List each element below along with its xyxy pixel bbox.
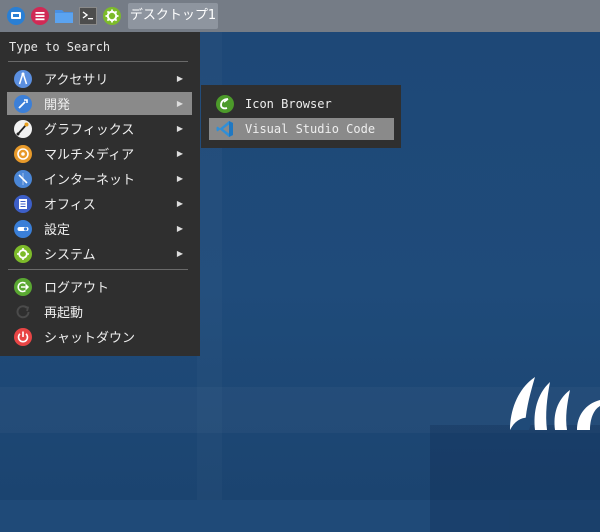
icon-browser-icon bbox=[216, 95, 234, 113]
menu-item-system[interactable]: システム ▶ bbox=[7, 242, 192, 265]
main-menu: Type to Search アクセサリ ▶ 開発 ▶ グラフィックス ▶ マル… bbox=[0, 32, 200, 356]
launcher-button[interactable] bbox=[29, 5, 51, 27]
settings-button[interactable] bbox=[101, 5, 123, 27]
submenu-arrow-icon: ▶ bbox=[176, 174, 183, 183]
desktop-shape bbox=[430, 425, 600, 532]
vscode-icon bbox=[216, 121, 233, 137]
submenu-arrow-icon: ▶ bbox=[176, 149, 183, 158]
submenu-arrow-icon: ▶ bbox=[176, 99, 183, 108]
menu-item-shutdown[interactable]: シャットダウン bbox=[7, 325, 192, 348]
menu-item-label: アクセサリ bbox=[44, 73, 109, 88]
logout-icon bbox=[14, 277, 32, 296]
submenu-item-icon-browser[interactable]: Icon Browser bbox=[209, 93, 394, 115]
menu-item-label: オフィス bbox=[44, 198, 96, 213]
file-manager-button[interactable] bbox=[54, 5, 74, 27]
top-panel: デスクトップ1 bbox=[0, 0, 600, 32]
development-icon bbox=[14, 94, 32, 113]
search-label[interactable]: Type to Search bbox=[9, 40, 110, 54]
terminal-button[interactable] bbox=[78, 5, 98, 27]
menu-item-development[interactable]: 開発 ▶ bbox=[7, 92, 192, 115]
menu-item-label: ログアウト bbox=[44, 281, 110, 296]
submenu-item-label: Icon Browser bbox=[245, 97, 332, 111]
submenu-item-label: Visual Studio Code bbox=[245, 122, 376, 136]
submenu-arrow-icon: ▶ bbox=[176, 124, 183, 133]
system-icon bbox=[14, 244, 32, 263]
shutdown-icon bbox=[14, 327, 32, 346]
submenu-arrow-icon: ▶ bbox=[176, 199, 183, 208]
submenu-arrow-icon: ▶ bbox=[176, 224, 183, 233]
graphics-icon bbox=[14, 119, 32, 138]
workspace-button[interactable]: デスクトップ1 bbox=[128, 3, 218, 29]
menu-item-graphics[interactable]: グラフィックス ▶ bbox=[7, 117, 192, 140]
menu-item-label: 設定 bbox=[44, 223, 71, 238]
menu-item-label: インターネット bbox=[44, 173, 136, 188]
folder-icon bbox=[55, 10, 73, 23]
menu-separator bbox=[8, 61, 188, 62]
gear-icon bbox=[103, 7, 121, 25]
desktop-logo-icon bbox=[510, 377, 600, 430]
submenu-arrow-icon: ▶ bbox=[176, 249, 183, 258]
submenu-arrow-icon: ▶ bbox=[176, 74, 183, 83]
development-submenu: Icon Browser Visual Studio Code bbox=[201, 85, 401, 148]
office-icon bbox=[14, 194, 32, 213]
menu-item-label: シャットダウン bbox=[44, 331, 136, 346]
menu-item-label: 再起動 bbox=[44, 306, 84, 321]
app-menu-button[interactable] bbox=[5, 5, 27, 27]
menu-list-icon bbox=[31, 7, 49, 25]
multimedia-icon bbox=[14, 144, 32, 163]
submenu-item-vscode[interactable]: Visual Studio Code bbox=[209, 118, 394, 140]
settings-icon bbox=[14, 219, 32, 238]
app-menu-icon bbox=[7, 7, 25, 25]
menu-item-accessories[interactable]: アクセサリ ▶ bbox=[7, 67, 192, 90]
restart-icon bbox=[16, 304, 30, 318]
menu-item-multimedia[interactable]: マルチメディア ▶ bbox=[7, 142, 192, 165]
terminal-icon bbox=[79, 7, 97, 25]
menu-item-internet[interactable]: インターネット ▶ bbox=[7, 167, 192, 190]
menu-item-label: マルチメディア bbox=[44, 148, 135, 163]
internet-icon bbox=[14, 169, 32, 188]
menu-item-restart[interactable]: 再起動 bbox=[7, 300, 192, 323]
menu-item-label: グラフィックス bbox=[44, 123, 135, 138]
menu-item-logout[interactable]: ログアウト bbox=[7, 275, 192, 298]
accessories-icon bbox=[14, 69, 32, 88]
menu-item-office[interactable]: オフィス ▶ bbox=[7, 192, 192, 215]
menu-separator bbox=[8, 269, 188, 270]
menu-item-label: 開発 bbox=[44, 98, 71, 113]
menu-item-label: システム bbox=[44, 248, 96, 263]
menu-item-settings[interactable]: 設定 ▶ bbox=[7, 217, 192, 240]
